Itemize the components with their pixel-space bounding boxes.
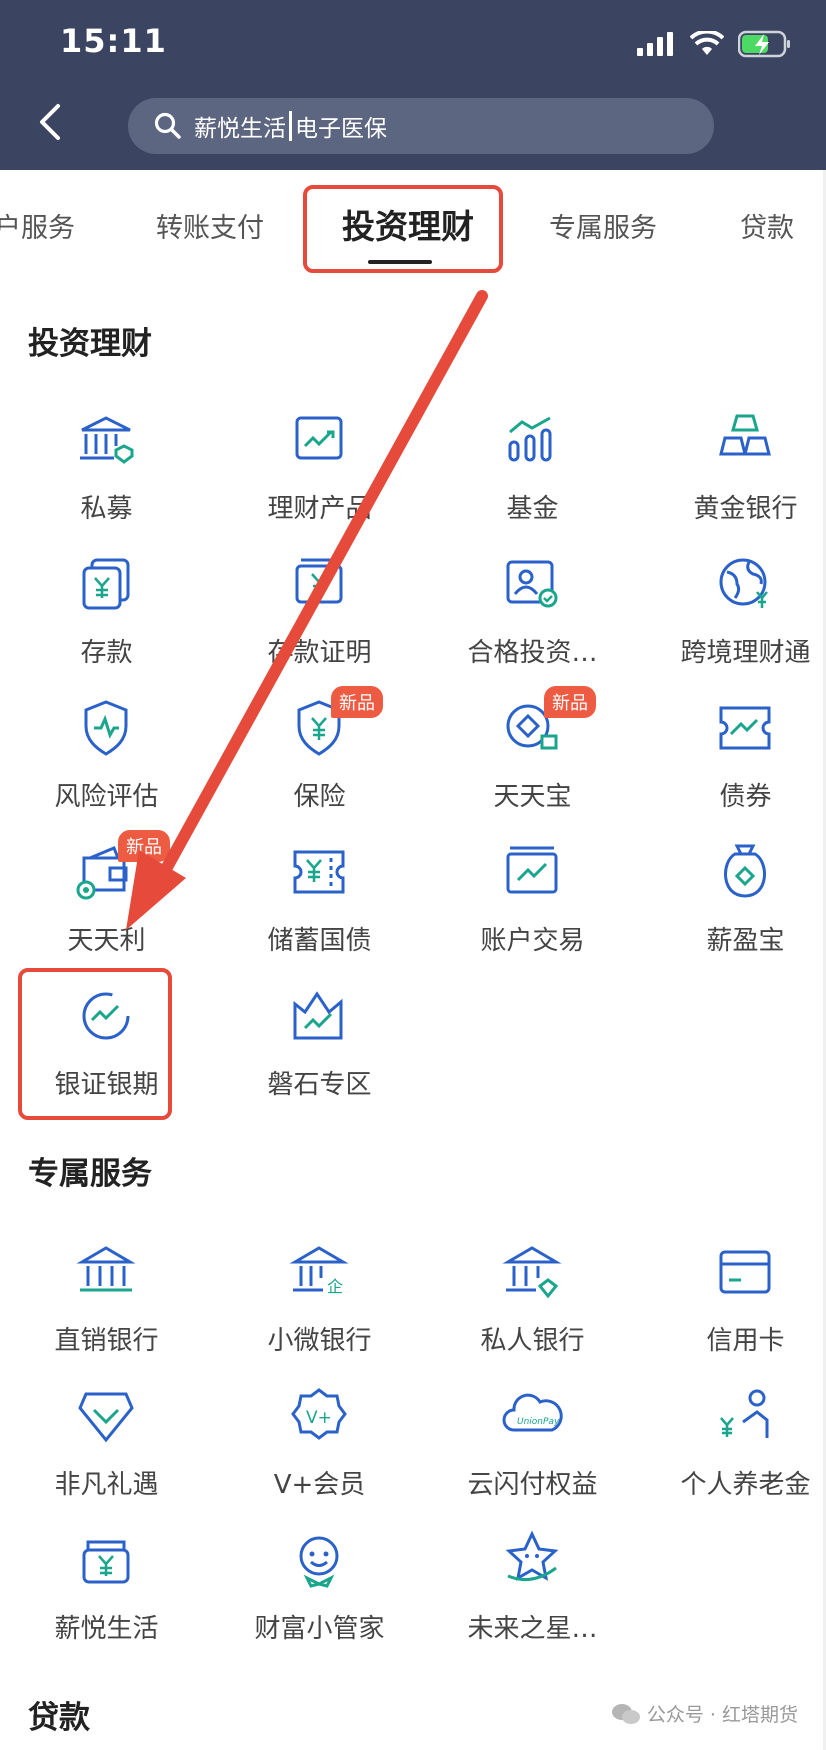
watermark: 公众号 · 红塔期货 xyxy=(611,1700,798,1727)
watermark-text: 公众号 · 红塔期货 xyxy=(646,1704,798,1726)
annotation-arrow xyxy=(126,290,488,930)
wechat-icon xyxy=(611,1703,640,1724)
